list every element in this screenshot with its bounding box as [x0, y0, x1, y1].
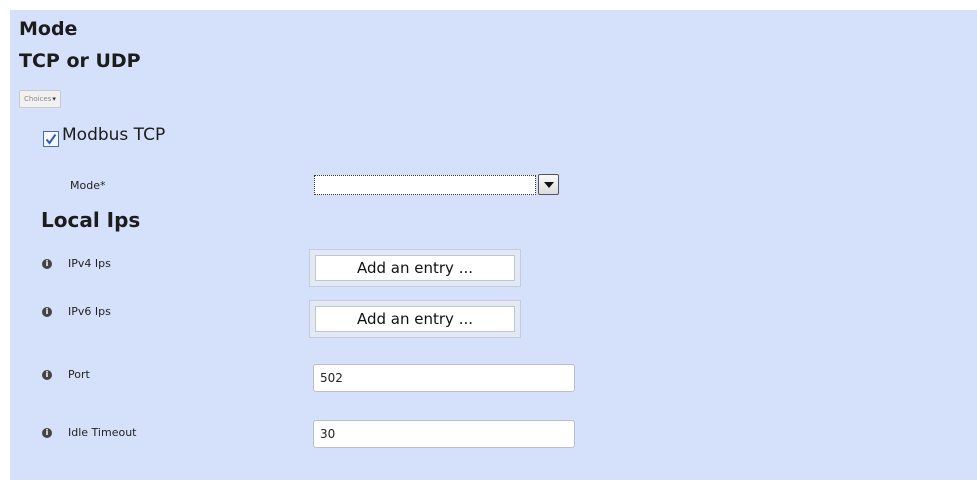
choices-button[interactable]: Choices ▾ [19, 90, 61, 108]
port-label: Port [68, 368, 90, 381]
mode-field-label: Mode* [70, 179, 106, 192]
mode-heading: Mode [19, 18, 78, 40]
choices-label: Choices [24, 95, 52, 103]
ipv6-add-entry-button[interactable]: Add an entry ... [315, 306, 515, 332]
mode-select[interactable] [314, 175, 536, 195]
info-icon: i [42, 259, 52, 269]
ipv4-add-entry-button[interactable]: Add an entry ... [315, 255, 515, 281]
info-icon: i [42, 370, 52, 380]
ipv6-label: IPv6 Ips [68, 305, 111, 318]
dropdown-arrow-icon [543, 181, 554, 188]
check-icon [45, 133, 57, 145]
protocol-heading: TCP or UDP [19, 50, 141, 72]
choices-arrow-icon: ▾ [52, 95, 56, 103]
ipv4-entry-group: Add an entry ... [309, 249, 521, 287]
idle-timeout-input[interactable] [313, 420, 575, 448]
port-input[interactable] [313, 364, 575, 392]
info-icon: i [42, 428, 52, 438]
idle-timeout-label: Idle Timeout [68, 426, 137, 439]
ipv4-label: IPv4 Ips [68, 257, 111, 270]
settings-panel: Mode TCP or UDP Choices ▾ Modbus TCP Mod… [10, 10, 977, 480]
mode-dropdown-button[interactable] [538, 174, 559, 195]
modbus-tcp-label: Modbus TCP [62, 125, 166, 145]
info-icon: i [42, 307, 52, 317]
modbus-tcp-checkbox[interactable] [43, 131, 59, 147]
local-ips-heading: Local Ips [41, 208, 141, 232]
ipv6-entry-group: Add an entry ... [309, 300, 521, 338]
